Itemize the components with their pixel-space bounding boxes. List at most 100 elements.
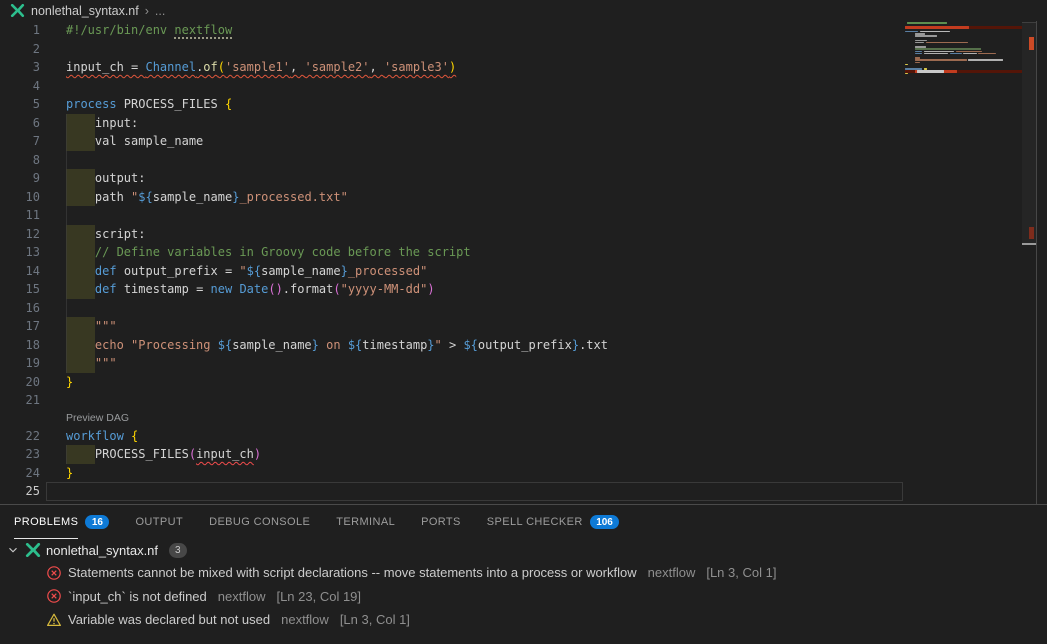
line-content[interactable]: def timestamp = new Date().format("yyyy-…	[46, 280, 903, 299]
line-number[interactable]: 13	[0, 243, 40, 262]
code-line-13[interactable]: 13 // Define variables in Groovy code be…	[0, 243, 1047, 262]
line-content[interactable]: }	[46, 373, 903, 392]
line-content[interactable]: PROCESS_FILES(input_ch)	[46, 445, 903, 464]
line-number[interactable]: 21	[0, 391, 40, 410]
indent-highlight	[66, 114, 95, 133]
code-line-14[interactable]: 14 def output_prefix = "${sample_name}_p…	[0, 262, 1047, 281]
line-number[interactable]: 24	[0, 464, 40, 483]
code-line-18[interactable]: 18 echo "Processing ${sample_name} on ${…	[0, 336, 1047, 355]
panel-tab-ports[interactable]: PORTS	[421, 505, 461, 539]
scrollbar-slider[interactable]	[1022, 22, 1036, 243]
breadcrumb-filename[interactable]: nonlethal_syntax.nf	[31, 4, 139, 18]
code-token: echo "Processing	[95, 338, 218, 352]
panel-tab-terminal[interactable]: TERMINAL	[336, 505, 395, 539]
line-content[interactable]: """	[46, 317, 903, 336]
line-content[interactable]: workflow {	[46, 427, 903, 446]
line-content[interactable]	[46, 391, 903, 410]
panel-tab-spell-checker[interactable]: SPELL CHECKER106	[487, 505, 620, 539]
code-line-7[interactable]: 7 val sample_name	[0, 132, 1047, 151]
code-line-10[interactable]: 10 path "${sample_name}_processed.txt"	[0, 188, 1047, 207]
code-line-21[interactable]: 21	[0, 391, 1047, 410]
line-content[interactable]: def output_prefix = "${sample_name}_proc…	[46, 262, 903, 281]
code-line-12[interactable]: 12 script:	[0, 225, 1047, 244]
problem-location: [Ln 23, Col 19]	[276, 589, 361, 604]
indent-highlight	[66, 188, 95, 207]
line-content[interactable]	[46, 151, 903, 170]
minimap[interactable]	[905, 21, 1022, 504]
code-line-19[interactable]: 19 """	[0, 354, 1047, 373]
line-content[interactable]: input:	[46, 114, 903, 133]
panel-tab-debug-console[interactable]: DEBUG CONSOLE	[209, 505, 310, 539]
code-line-11[interactable]: 11	[0, 206, 1047, 225]
line-number[interactable]: 17	[0, 317, 40, 336]
line-number[interactable]: 4	[0, 77, 40, 96]
line-number[interactable]: 3	[0, 58, 40, 77]
line-number[interactable]: 6	[0, 114, 40, 133]
overview-ruler[interactable]	[1022, 21, 1036, 504]
codelens-preview-dag[interactable]: Preview DAG	[0, 410, 1047, 427]
line-number[interactable]: 2	[0, 40, 40, 59]
line-number[interactable]: 12	[0, 225, 40, 244]
line-number[interactable]: 25	[0, 482, 40, 501]
code-line-20[interactable]: 20}	[0, 373, 1047, 392]
line-content[interactable]	[46, 77, 903, 96]
line-content[interactable]: val sample_name	[46, 132, 903, 151]
code-line-3[interactable]: 3 input_ch = Channel.of('sample1', 'sampl…	[0, 58, 1047, 77]
line-number[interactable]: 22	[0, 427, 40, 446]
line-number[interactable]: 7	[0, 132, 40, 151]
line-content[interactable]: path "${sample_name}_processed.txt"	[46, 188, 903, 207]
line-content[interactable]: script:	[46, 225, 903, 244]
problems-file-group[interactable]: nonlethal_syntax.nf 3	[0, 539, 1047, 561]
line-content[interactable]: echo "Processing ${sample_name} on ${tim…	[46, 336, 903, 355]
line-number[interactable]: 18	[0, 336, 40, 355]
code-line-16[interactable]: 16	[0, 299, 1047, 318]
code-line-15[interactable]: 15 def timestamp = new Date().format("yy…	[0, 280, 1047, 299]
line-number[interactable]: 15	[0, 280, 40, 299]
panel-tab-problems[interactable]: PROBLEMS16	[14, 505, 109, 539]
code-line-17[interactable]: 17 """	[0, 317, 1047, 336]
code-token: """	[95, 319, 117, 333]
code-line-8[interactable]: 8	[0, 151, 1047, 170]
code-line-25[interactable]: 25	[0, 482, 1047, 501]
line-number[interactable]: 11	[0, 206, 40, 225]
problem-row[interactable]: Statements cannot be mixed with script d…	[0, 561, 1047, 585]
line-content[interactable]: }	[46, 464, 903, 483]
code-line-22[interactable]: 22 workflow {	[0, 427, 1047, 446]
line-number[interactable]: 14	[0, 262, 40, 281]
code-line-1[interactable]: 1 #!/usr/bin/env nextflow	[0, 21, 1047, 40]
code-line-5[interactable]: 5 process PROCESS_FILES {	[0, 95, 1047, 114]
code-line-9[interactable]: 9 output:	[0, 169, 1047, 188]
line-number[interactable]: 9	[0, 169, 40, 188]
code-line-4[interactable]: 4	[0, 77, 1047, 96]
line-number[interactable]: 16	[0, 299, 40, 318]
line-number[interactable]: 5	[0, 95, 40, 114]
line-number[interactable]: 1	[0, 21, 40, 40]
line-number[interactable]: 8	[0, 151, 40, 170]
panel-tab-output[interactable]: OUTPUT	[135, 505, 183, 539]
breadcrumb[interactable]: nonlethal_syntax.nf › ...	[0, 0, 1047, 21]
problem-row[interactable]: `input_ch` is not definednextflow[Ln 23,…	[0, 585, 1047, 609]
breadcrumb-more[interactable]: ...	[155, 4, 165, 18]
line-number[interactable]: 20	[0, 373, 40, 392]
line-content[interactable]: output:	[46, 169, 903, 188]
code-line-23[interactable]: 23 PROCESS_FILES(input_ch)	[0, 445, 1047, 464]
line-number[interactable]: 23	[0, 445, 40, 464]
line-content[interactable]: input_ch = Channel.of('sample1', 'sample…	[46, 58, 903, 77]
code-line-24[interactable]: 24}	[0, 464, 1047, 483]
problem-row[interactable]: Variable was declared but not usednextfl…	[0, 608, 1047, 632]
line-content[interactable]: #!/usr/bin/env nextflow	[46, 21, 903, 40]
editor[interactable]: 1 #!/usr/bin/env nextflow 23 input_ch = Cha…	[0, 21, 1047, 504]
line-number[interactable]: 19	[0, 354, 40, 373]
line-content[interactable]	[46, 299, 903, 318]
chevron-down-icon[interactable]	[6, 543, 20, 557]
line-content[interactable]	[46, 482, 903, 501]
line-content[interactable]	[46, 40, 903, 59]
line-content[interactable]: """	[46, 354, 903, 373]
line-content[interactable]	[46, 206, 903, 225]
line-number[interactable]: 10	[0, 188, 40, 207]
code-area[interactable]: 1 #!/usr/bin/env nextflow 23 input_ch = Cha…	[0, 21, 1047, 501]
line-content[interactable]: // Define variables in Groovy code befor…	[46, 243, 903, 262]
code-line-2[interactable]: 2	[0, 40, 1047, 59]
code-line-6[interactable]: 6 input:	[0, 114, 1047, 133]
line-content[interactable]: process PROCESS_FILES {	[46, 95, 903, 114]
